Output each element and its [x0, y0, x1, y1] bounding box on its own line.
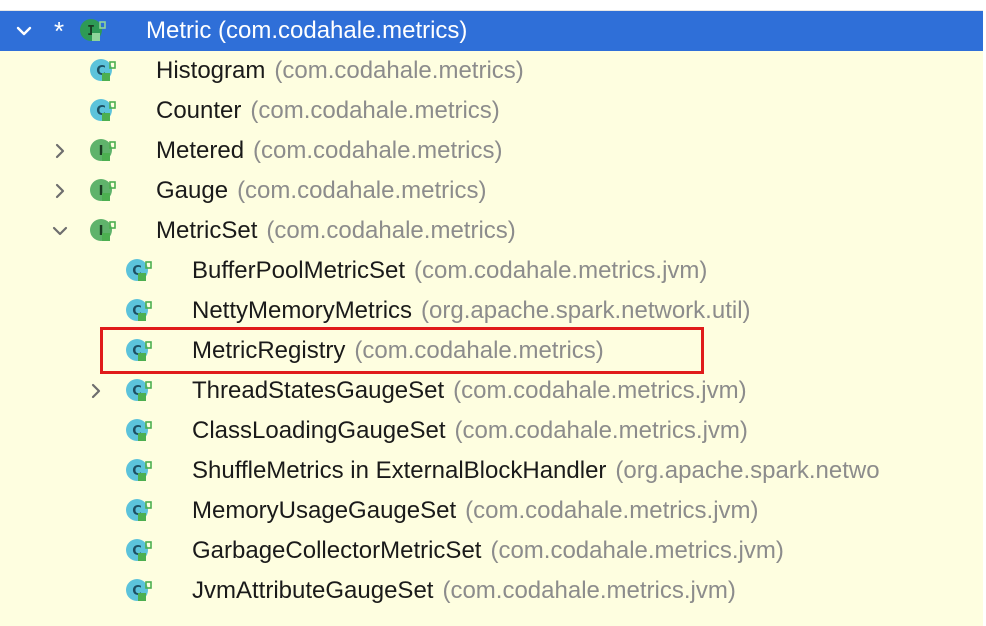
tree-row[interactable]: C ShuffleMetrics in ExternalBlockHandler (… [0, 451, 983, 491]
chevron-right-icon[interactable] [52, 183, 68, 199]
class-name: Metric [146, 17, 212, 44]
tree-item-label: ThreadStatesGaugeSet (com.codahale.metric… [192, 377, 747, 405]
class-icon: C [124, 578, 152, 604]
tree-row[interactable]: C Histogram (com.codahale.metrics) [0, 51, 983, 91]
tree-item-label: Gauge (com.codahale.metrics) [156, 177, 486, 205]
tree-item-label: GarbageCollectorMetricSet (com.codahale.m… [192, 537, 784, 565]
package-name: (com.codahale.metrics) [274, 57, 524, 84]
package-name: (com.codahale.metrics.jvm) [465, 497, 759, 524]
class-name: JvmAttributeGaugeSet [192, 577, 434, 604]
class-icon: C [88, 58, 116, 84]
tree-row[interactable]: C MemoryUsageGaugeSet (com.codahale.metric… [0, 491, 983, 531]
package-name: (com.codahale.metrics) [237, 177, 487, 204]
tree-row[interactable]: C ThreadStatesGaugeSet (com.codahale.metri… [0, 371, 983, 411]
package-name: (com.codahale.metrics) [253, 137, 503, 164]
package-name: (com.codahale.metrics) [250, 97, 500, 124]
package-name: (org.apache.spark.netwo [615, 457, 880, 484]
package-name: (com.codahale.metrics.jvm) [490, 537, 784, 564]
package-name: (com.codahale.metrics.jvm) [442, 577, 736, 604]
class-icon: C [124, 298, 152, 324]
tree-item-label: MemoryUsageGaugeSet (com.codahale.metrics… [192, 497, 759, 525]
class-name: NettyMemoryMetrics [192, 297, 413, 324]
tree-row[interactable]: C GarbageCollectorMetricSet (com.codahale.… [0, 531, 983, 571]
class-name: ShuffleMetrics in ExternalBlockHandler [192, 457, 607, 484]
tree-row[interactable]: C NettyMemoryMetrics (org.apache.spark.net… [0, 291, 983, 331]
chevron-down-icon[interactable] [16, 23, 32, 39]
top-divider [0, 0, 986, 11]
package-name: (com.codahale.metrics) [266, 217, 516, 244]
tree-item-label: ShuffleMetrics in ExternalBlockHandler (o… [192, 457, 880, 485]
tree-item-label: BufferPoolMetricSet (com.codahale.metrics… [192, 257, 707, 285]
class-icon: C [88, 98, 116, 124]
class-icon: C [124, 418, 152, 444]
tree-item-label: Counter (com.codahale.metrics) [156, 97, 500, 125]
class-icon: C [124, 538, 152, 564]
class-icon: C [124, 498, 152, 524]
class-name: Metered [156, 137, 245, 164]
interface-icon: I [88, 218, 116, 244]
class-name: Gauge [156, 177, 229, 204]
interface-icon: I [88, 178, 116, 204]
tree-item-label: Metered (com.codahale.metrics) [156, 137, 502, 165]
tree-row[interactable]: I Gauge (com.codahale.metrics) [0, 171, 983, 211]
class-name: Counter [156, 97, 242, 124]
tree-item-label: MetricSet (com.codahale.metrics) [156, 217, 516, 245]
class-name: ClassLoadingGaugeSet [192, 417, 446, 444]
tree-row[interactable]: C ClassLoadingGaugeSet (com.codahale.metri… [0, 411, 983, 451]
class-icon: C [124, 378, 152, 404]
package-name: (com.codahale.metrics.jvm) [454, 417, 748, 444]
package-name: (org.apache.spark.network.util) [421, 297, 751, 324]
tree-row-metric[interactable]: * I Metric (com.codahale.metrics) [0, 11, 983, 51]
class-icon: C [124, 258, 152, 284]
tree-item-label: JvmAttributeGaugeSet (com.codahale.metric… [192, 577, 736, 605]
class-icon: C [124, 458, 152, 484]
class-name: ThreadStatesGaugeSet [192, 377, 445, 404]
current-class-marker: * [54, 16, 65, 46]
tree-item-label: Metric (com.codahale.metrics) [146, 17, 467, 45]
package-name: (com.codahale.metrics.jvm) [453, 377, 747, 404]
class-name: Histogram [156, 57, 266, 84]
class-name: MetricSet [156, 217, 258, 244]
class-name: BufferPoolMetricSet [192, 257, 405, 284]
type-hierarchy-tree: * I Metric (com.codahale.metrics) C Histo… [0, 0, 986, 626]
interface-icon: I [78, 18, 106, 44]
package-name: (com.codahale.metrics.jvm) [414, 257, 708, 284]
tree-item-label: ClassLoadingGaugeSet (com.codahale.metric… [192, 417, 748, 445]
chevron-right-icon[interactable] [52, 143, 68, 159]
tree-row[interactable]: C Counter (com.codahale.metrics) [0, 91, 983, 131]
tree-item-label: Histogram (com.codahale.metrics) [156, 57, 524, 85]
tree-item-label: NettyMemoryMetrics (org.apache.spark.netw… [192, 297, 751, 325]
tree-row[interactable]: I MetricSet (com.codahale.metrics) [0, 211, 983, 251]
chevron-down-icon[interactable] [52, 223, 68, 239]
tree-row[interactable]: C BufferPoolMetricSet (com.codahale.metric… [0, 251, 983, 291]
annotation-highlight-box [100, 327, 704, 374]
tree-row[interactable]: I Metered (com.codahale.metrics) [0, 131, 983, 171]
tree-row[interactable]: C JvmAttributeGaugeSet (com.codahale.metri… [0, 571, 983, 611]
chevron-right-icon[interactable] [88, 383, 104, 399]
interface-icon: I [88, 138, 116, 164]
class-name: GarbageCollectorMetricSet [192, 537, 482, 564]
class-name: MemoryUsageGaugeSet [192, 497, 457, 524]
package-name: (com.codahale.metrics) [218, 17, 468, 44]
